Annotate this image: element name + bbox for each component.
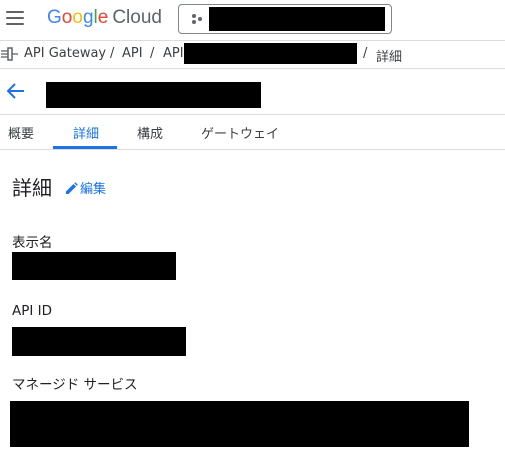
main-menu-button[interactable]	[6, 11, 24, 27]
tabs-divider	[0, 149, 505, 150]
title-divider	[0, 114, 505, 115]
tab-configs[interactable]: 構成	[137, 123, 163, 142]
project-name-redacted	[209, 7, 385, 31]
logo-letter: G	[47, 7, 62, 28]
managed-service-value-redacted	[10, 401, 469, 447]
tab-overview[interactable]: 概要	[8, 123, 34, 142]
api-gateway-icon	[1, 47, 18, 61]
api-id-value-redacted	[12, 327, 186, 356]
edit-label: 編集	[80, 182, 107, 197]
back-arrow-icon[interactable]	[7, 83, 25, 99]
breadcrumb-link-api-name[interactable]: API	[163, 46, 184, 61]
managed-service-label: マネージド サービス	[12, 377, 138, 393]
logo-letter: o	[61, 7, 73, 28]
breadcrumb-separator: /	[150, 46, 155, 61]
logo-letter: g	[82, 7, 94, 28]
display-name-label: 表示名	[12, 235, 53, 251]
page-title-redacted	[46, 82, 261, 108]
api-name-redacted	[184, 43, 357, 64]
tab-details[interactable]: 詳細	[73, 123, 99, 142]
header-divider	[0, 40, 505, 41]
breadcrumb-link-api[interactable]: API	[122, 46, 143, 61]
breadcrumb-current: 詳細	[376, 50, 403, 65]
breadcrumb-link-api-gateway[interactable]: API Gateway	[24, 46, 106, 61]
breadcrumb: API Gateway / API / API / 詳細	[0, 42, 505, 66]
project-icon	[192, 14, 202, 24]
api-id-label: API ID	[12, 303, 53, 319]
logo-product-name: Cloud	[112, 7, 162, 28]
pencil-icon	[66, 182, 78, 194]
edit-button[interactable]: 編集	[65, 178, 106, 197]
logo-letter: o	[72, 7, 83, 28]
logo-letter: e	[97, 7, 109, 28]
display-name-value-redacted	[12, 252, 176, 280]
breadcrumb-separator: /	[363, 46, 368, 61]
breadcrumb-divider	[0, 68, 505, 69]
breadcrumb-separator: /	[110, 46, 115, 61]
project-picker[interactable]	[178, 4, 392, 34]
section-title: 詳細	[12, 176, 52, 200]
google-cloud-logo[interactable]: Google Cloud	[47, 7, 162, 29]
tab-gateways[interactable]: ゲートウェイ	[201, 123, 279, 142]
